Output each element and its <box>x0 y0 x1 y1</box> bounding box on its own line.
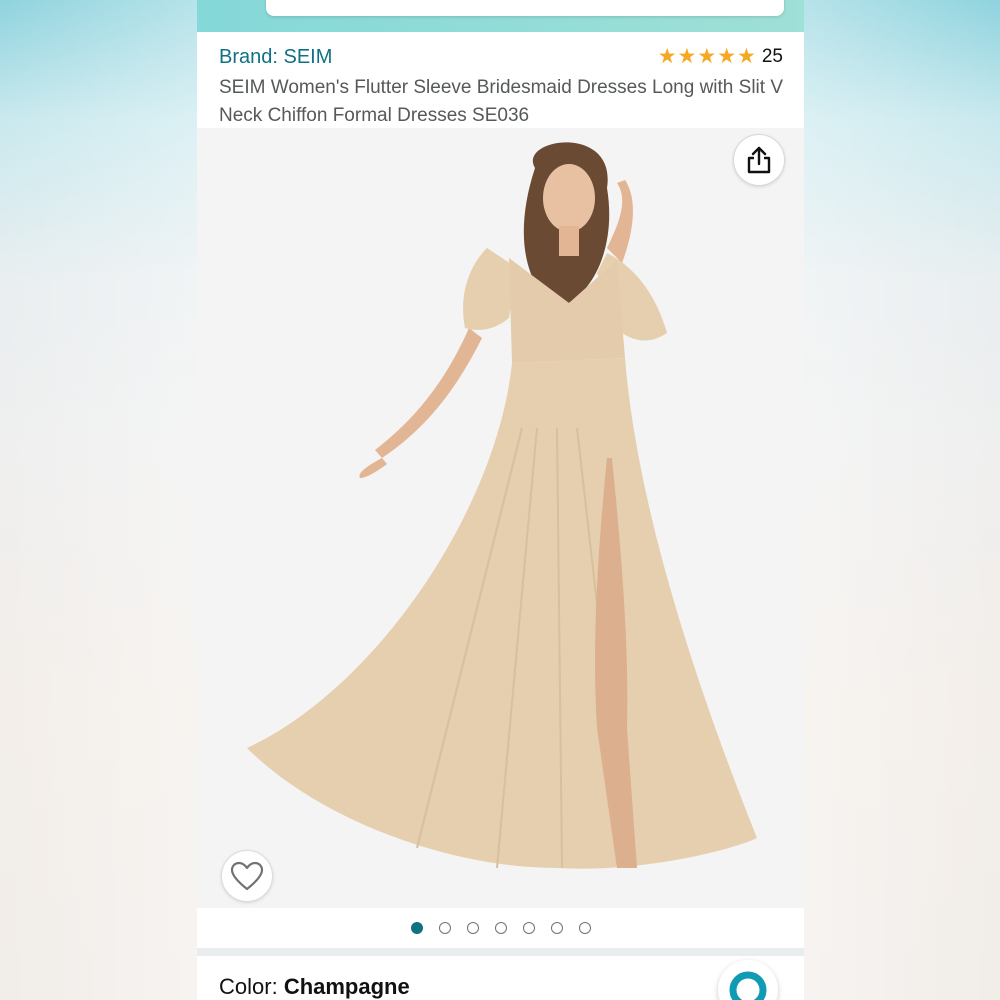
app-screen: Brand: SEIM ★ ★ ★ ★ ★ 25 SEIM Women's Fl… <box>197 0 804 1000</box>
pagination-dot[interactable] <box>410 922 423 934</box>
color-label: Color: <box>219 974 278 999</box>
star-icon: ★ <box>677 45 697 68</box>
star-rating: ★ ★ ★ ★ ★ <box>657 45 756 68</box>
product-image-gallery[interactable] <box>197 128 804 908</box>
share-button[interactable] <box>733 134 785 186</box>
header-bar <box>197 0 804 32</box>
pagination-dot[interactable] <box>466 922 479 934</box>
product-image <box>197 128 804 908</box>
pagination-dot[interactable] <box>438 922 451 934</box>
pagination-dot[interactable] <box>522 922 535 934</box>
share-icon <box>747 146 771 174</box>
rating-summary[interactable]: ★ ★ ★ ★ ★ 25 <box>658 46 783 68</box>
floating-action-button[interactable] <box>718 960 778 1000</box>
background-left <box>0 0 197 1000</box>
brand-rating-row: Brand: SEIM ★ ★ ★ ★ ★ 25 <box>219 46 783 72</box>
search-input[interactable] <box>266 0 784 16</box>
heart-icon <box>230 861 264 891</box>
star-icon: ★ <box>657 45 677 68</box>
pagination-dot[interactable] <box>578 922 591 934</box>
pagination-dot[interactable] <box>550 922 563 934</box>
section-divider <box>197 948 804 956</box>
color-value: Champagne <box>283 974 410 999</box>
product-title: SEIM Women's Flutter Sleeve Bridesmaid D… <box>219 77 783 126</box>
background-right <box>803 0 1000 1000</box>
wishlist-button[interactable] <box>221 850 273 902</box>
pagination-dot[interactable] <box>494 922 507 934</box>
star-icon: ★ <box>737 45 756 68</box>
ring-icon <box>729 971 767 1000</box>
brand-link[interactable]: Brand: SEIM <box>219 46 332 69</box>
star-icon: ★ <box>717 45 737 68</box>
rating-count: 25 <box>761 46 783 67</box>
star-icon: ★ <box>697 45 717 68</box>
color-selection: Color: Champagne <box>219 974 410 1000</box>
image-pagination <box>197 908 804 948</box>
